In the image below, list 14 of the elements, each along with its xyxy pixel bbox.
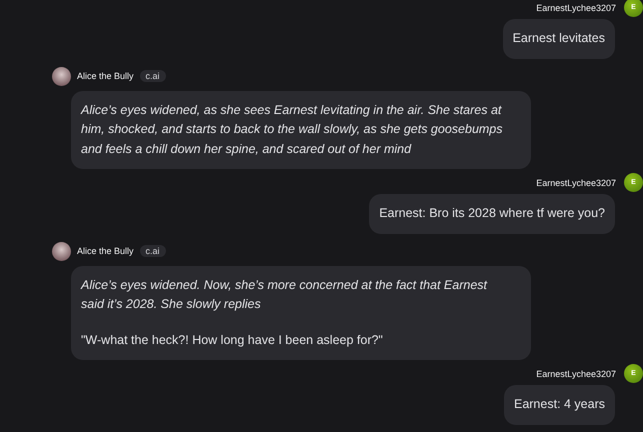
- character-name: Alice the Bully: [77, 246, 134, 256]
- username: EarnestLychee3207: [536, 2, 616, 14]
- avatar-icon: [52, 66, 71, 86]
- character-name: Alice the Bully: [77, 71, 134, 81]
- message-bubble: Earnest levitates: [502, 19, 615, 58]
- message-bubble: Alice’s eyes widened, as she sees Earnest levitating in the air. She stares at him, shocked, and starts to back to the wall slowly, as she gets goosebumps and feels a chill down her spine, and scared out of her mind: [71, 90, 531, 169]
- message-bubble: Earnest: Bro its 2028 where tf were you?: [369, 194, 615, 234]
- message-bubble: Earnest: 4 years: [504, 385, 615, 424]
- badge: c.ai: [140, 245, 166, 257]
- avatar-icon: [52, 242, 71, 260]
- username: EarnestLychee3207: [536, 368, 616, 380]
- badge: c.ai: [140, 70, 166, 82]
- message-bubble: Alice’s eyes widened. Now, she’s more concerned at the fact that Earnest said it’s 2028. She slowly replies "W-what the heck?! How long have I been asleep for?": [71, 266, 531, 360]
- username: EarnestLychee3207: [536, 176, 616, 188]
